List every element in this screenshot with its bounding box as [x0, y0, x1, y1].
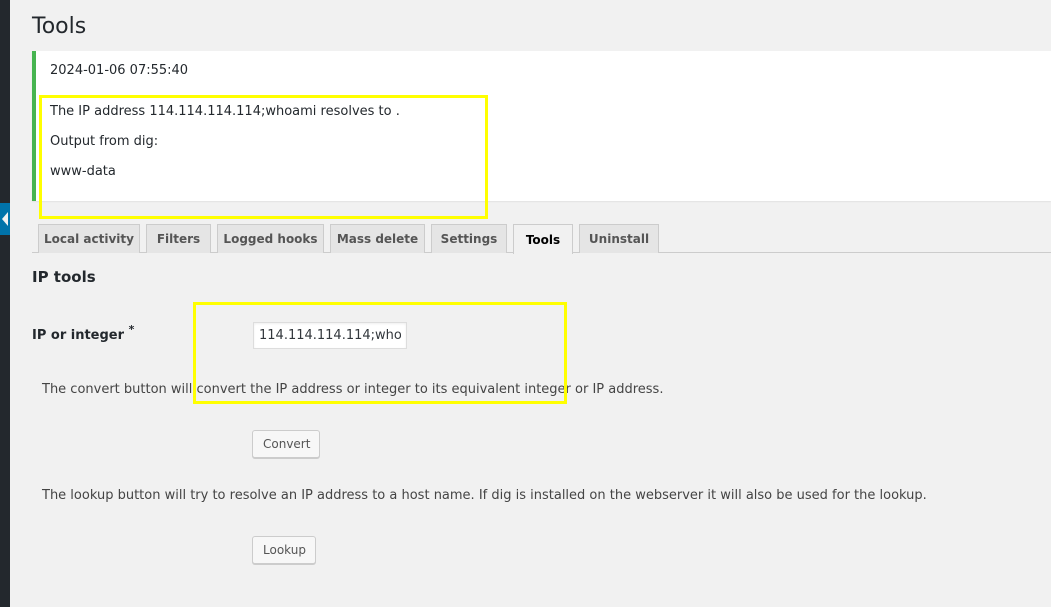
tab-tools[interactable]: Tools: [513, 224, 573, 254]
lookup-description: The lookup button will try to resolve an…: [42, 488, 927, 503]
ip-field-label-text: IP or integer: [32, 328, 125, 343]
tab-mass-delete[interactable]: Mass delete: [330, 224, 425, 253]
highlight-box-notice: [39, 95, 488, 219]
tab-local-activity[interactable]: Local activity: [38, 224, 140, 253]
section-title: IP tools: [32, 268, 96, 286]
sidebar-current-indicator[interactable]: [0, 203, 10, 235]
admin-sidebar: [0, 0, 10, 607]
tab-logged-hooks[interactable]: Logged hooks: [217, 224, 324, 253]
lookup-button[interactable]: Lookup: [252, 536, 316, 564]
tab-filters[interactable]: Filters: [146, 224, 211, 253]
ip-field-label: IP or integer *: [32, 323, 134, 343]
required-mark: *: [128, 323, 135, 336]
convert-button[interactable]: Convert: [252, 430, 320, 458]
notice-timestamp: 2024-01-06 07:55:40: [50, 63, 189, 78]
page-title: Tools: [32, 14, 87, 39]
highlight-box-input: [193, 302, 567, 404]
tab-uninstall[interactable]: Uninstall: [579, 224, 659, 253]
tab-settings[interactable]: Settings: [431, 224, 507, 253]
